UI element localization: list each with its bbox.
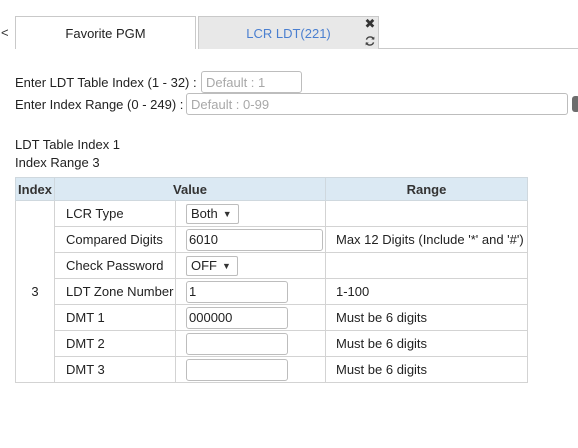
check-password-select[interactable]: OFF ▼ bbox=[186, 255, 238, 276]
tab-favorite-pgm[interactable]: Favorite PGM bbox=[15, 16, 196, 49]
index-cell: 3 bbox=[15, 200, 55, 383]
chevron-down-icon: ▼ bbox=[222, 260, 231, 271]
table-row: DMT 2 Must be 6 digits bbox=[16, 330, 528, 357]
compared-digits-input[interactable] bbox=[186, 228, 323, 251]
range-cell: Must be 6 digits bbox=[325, 330, 528, 357]
row-name: LCR Type bbox=[54, 200, 176, 227]
ldt-zone-number-input[interactable] bbox=[186, 280, 288, 303]
header-index: Index bbox=[15, 177, 55, 201]
range-cell: Must be 6 digits bbox=[325, 304, 528, 331]
table-row: LDT Zone Number 1-100 bbox=[16, 278, 528, 305]
row-name: DMT 1 bbox=[54, 304, 176, 331]
header-value: Value bbox=[54, 177, 326, 201]
dmt-3-input[interactable] bbox=[186, 358, 288, 381]
value-cell bbox=[175, 226, 326, 253]
side-handle[interactable] bbox=[572, 96, 578, 112]
lcr-type-select[interactable]: Both ▼ bbox=[186, 203, 239, 224]
select-value: Both bbox=[191, 206, 218, 221]
value-cell: Both ▼ bbox=[175, 200, 326, 227]
index-range-label: Enter Index Range (0 - 249) : bbox=[15, 97, 184, 112]
tab-label: Favorite PGM bbox=[65, 25, 146, 41]
range-cell: 1-100 bbox=[325, 278, 528, 305]
table-index-input[interactable] bbox=[201, 71, 302, 93]
select-value: OFF bbox=[191, 258, 217, 273]
refresh-icon[interactable] bbox=[364, 35, 376, 47]
chevron-down-icon: ▼ bbox=[222, 208, 232, 219]
close-icon[interactable]: ✖ bbox=[364, 17, 376, 31]
ldt-table-index-info: LDT Table Index 1 bbox=[15, 137, 121, 152]
value-cell bbox=[175, 330, 326, 357]
table-row: Check Password OFF ▼ bbox=[16, 252, 528, 279]
tab-bar-divider bbox=[379, 48, 578, 49]
table-header-row: Index Value Range bbox=[15, 177, 528, 201]
header-range: Range bbox=[325, 177, 528, 201]
table-row: DMT 1 Must be 6 digits bbox=[16, 304, 528, 331]
range-cell: Max 12 Digits (Include '*' and '#') bbox=[325, 226, 528, 253]
row-name: LDT Zone Number bbox=[54, 278, 176, 305]
range-cell bbox=[325, 252, 528, 279]
tab-lcr-ldt[interactable]: LCR LDT(221) bbox=[198, 16, 379, 49]
row-name: DMT 2 bbox=[54, 330, 176, 357]
row-name: Check Password bbox=[54, 252, 176, 279]
dmt-2-input[interactable] bbox=[186, 332, 288, 355]
value-cell bbox=[175, 278, 326, 305]
ldt-table: Index Value Range 3 LCR Type Both ▼ Comp… bbox=[15, 177, 528, 383]
row-name: DMT 3 bbox=[54, 356, 176, 383]
range-cell: Must be 6 digits bbox=[325, 356, 528, 383]
tab-label: LCR LDT(221) bbox=[246, 25, 331, 41]
table-index-label: Enter LDT Table Index (1 - 32) : bbox=[15, 75, 197, 90]
dmt-1-input[interactable] bbox=[186, 306, 288, 329]
index-range-info: Index Range 3 bbox=[15, 155, 100, 170]
row-name: Compared Digits bbox=[54, 226, 176, 253]
range-cell bbox=[325, 200, 528, 227]
table-row: DMT 3 Must be 6 digits bbox=[16, 356, 528, 383]
table-row: Compared Digits Max 12 Digits (Include '… bbox=[16, 226, 528, 253]
value-cell bbox=[175, 356, 326, 383]
index-range-input[interactable] bbox=[186, 93, 568, 115]
value-cell bbox=[175, 304, 326, 331]
table-row: 3 LCR Type Both ▼ bbox=[15, 200, 528, 383]
tab-scroll-left-icon[interactable]: < bbox=[1, 25, 11, 41]
value-cell: OFF ▼ bbox=[175, 252, 326, 279]
